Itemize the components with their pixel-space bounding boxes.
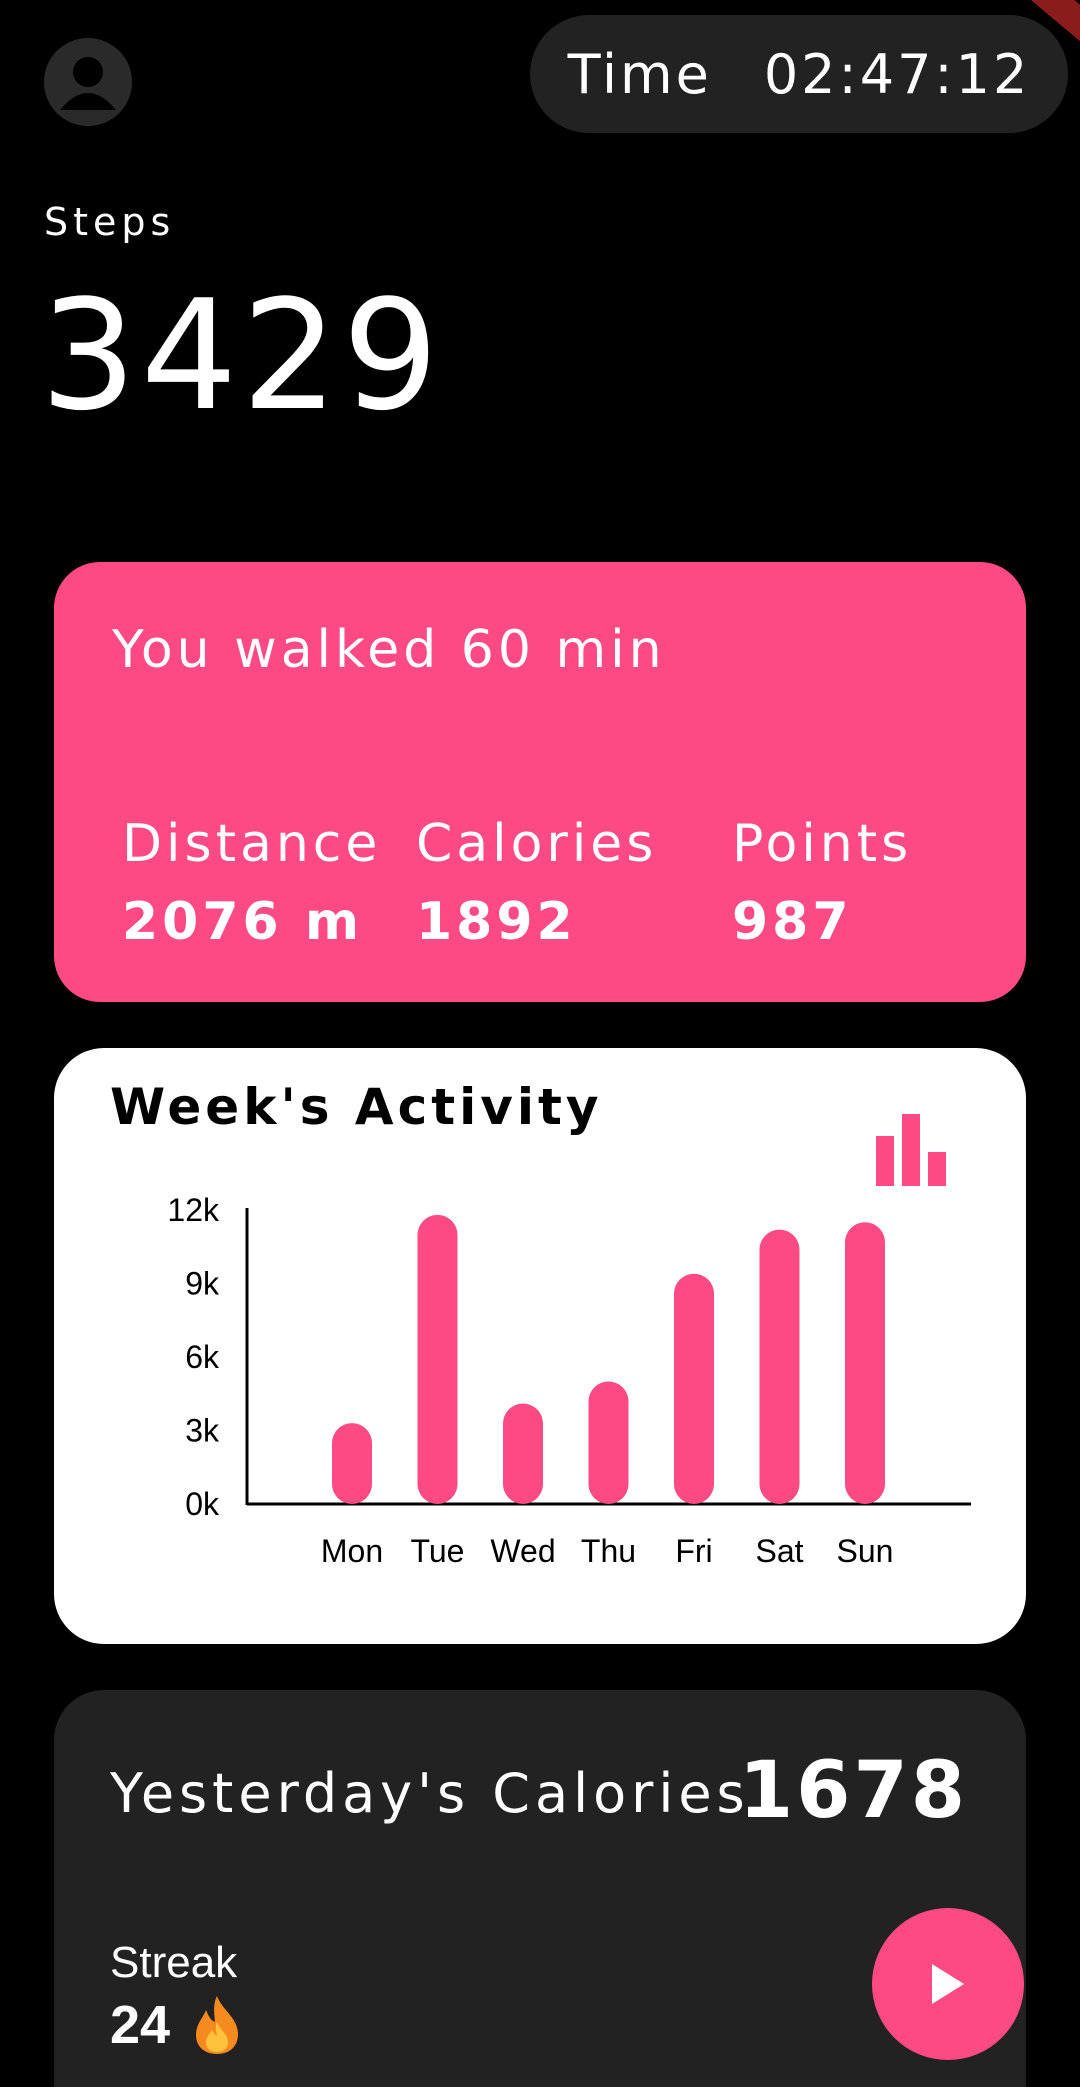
bar-wed: [503, 1403, 543, 1504]
bar-tue: [417, 1214, 458, 1504]
points-value: 987: [732, 892, 853, 952]
play-icon: [932, 1964, 964, 2004]
calories-value: 1892: [416, 892, 577, 952]
bar-thu: [588, 1381, 629, 1504]
yesterday-calories-card: Yesterday's Calories 1678 Streak 24: [54, 1690, 1026, 2087]
user-icon: [44, 38, 132, 126]
bar-sat: [759, 1229, 800, 1504]
streak-display: 24: [110, 1994, 242, 2056]
time-display: Time 02:47:12: [530, 15, 1068, 133]
time-label: Time: [567, 42, 712, 106]
points-label: Points: [732, 814, 913, 874]
walk-title: You walked 60 min: [112, 620, 666, 680]
walk-summary-card: You walked 60 min Distance 2076 m Calori…: [54, 562, 1026, 1002]
calories-stat: Calories 1892: [416, 814, 657, 952]
y-tick-label: 9k: [185, 1266, 220, 1302]
yesterday-calories-value: 1678: [738, 1746, 968, 1836]
bar-fri: [674, 1273, 714, 1504]
streak-value: 24: [110, 1995, 171, 2055]
distance-value: 2076 m: [122, 892, 364, 952]
fire-icon: [196, 1996, 239, 2054]
yesterday-calories-label: Yesterday's Calories: [110, 1762, 750, 1825]
bar-sun: [845, 1222, 885, 1504]
x-tick-label: Sun: [837, 1533, 894, 1569]
avatar[interactable]: [44, 38, 132, 126]
y-tick-label: 0k: [185, 1486, 220, 1522]
calories-label: Calories: [416, 814, 658, 874]
play-button[interactable]: [872, 1908, 1024, 2060]
x-tick-label: Sat: [755, 1533, 803, 1569]
x-tick-label: Wed: [490, 1533, 555, 1569]
x-tick-label: Thu: [581, 1533, 636, 1569]
streak-label: Streak: [110, 1938, 238, 1987]
time-value: 02:47:12: [763, 42, 1031, 106]
distance-label: Distance: [122, 814, 382, 874]
weekly-steps-chart: 0k 3k 6k 9k 12k Mon Tue Wed Thu Fri Sat Sun: [167, 1192, 971, 1569]
weekly-activity-card: Week's Activity 0k 3k 6k 9k 12k Mon Tue Wed Thu F…: [54, 1048, 1026, 1644]
points-stat: Points 987: [732, 814, 912, 952]
bar-mon: [332, 1423, 372, 1504]
x-tick-label: Mon: [321, 1533, 383, 1569]
steps-label: Steps: [44, 200, 176, 244]
distance-stat: Distance 2076 m: [122, 814, 381, 952]
y-tick-label: 6k: [185, 1339, 220, 1375]
y-tick-label: 3k: [185, 1413, 220, 1449]
x-tick-label: Tue: [411, 1533, 465, 1569]
x-tick-label: Fri: [675, 1533, 712, 1569]
steps-value: 3429: [40, 267, 443, 444]
y-tick-label: 12k: [167, 1192, 220, 1228]
